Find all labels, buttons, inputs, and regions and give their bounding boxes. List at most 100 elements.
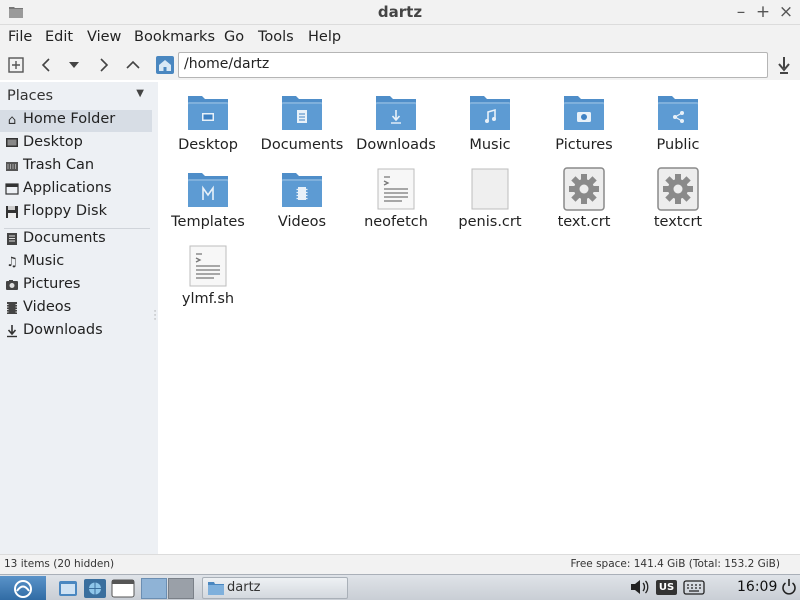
folder-item[interactable]: Templates bbox=[161, 159, 255, 233]
home-icon[interactable] bbox=[155, 55, 175, 75]
file-view[interactable]: Desktop Documents Downloads Music Pictures Pu… bbox=[158, 82, 796, 554]
clock: 16:09 bbox=[737, 579, 778, 595]
forward-icon[interactable] bbox=[92, 54, 114, 76]
file-manager-launcher-icon[interactable] bbox=[57, 578, 79, 599]
sidebar-item-trash-can[interactable]: Trash Can bbox=[0, 156, 152, 178]
history-dropdown-icon[interactable] bbox=[63, 54, 85, 76]
back-icon[interactable] bbox=[36, 54, 58, 76]
folder-item[interactable]: Desktop bbox=[161, 82, 255, 156]
volume-icon[interactable] bbox=[630, 579, 650, 599]
sidebar-item-label: Applications bbox=[23, 180, 112, 196]
pictures-icon bbox=[4, 278, 20, 294]
taskbar-window-button[interactable]: dartz bbox=[202, 577, 348, 599]
folder-icon bbox=[468, 90, 512, 134]
sidebar: Places ▼ ⌂ Home Folder Desktop Trash Can… bbox=[0, 82, 152, 554]
folder-icon bbox=[374, 90, 418, 134]
places-selector[interactable]: Places ▼ bbox=[0, 85, 152, 109]
sidebar-item-documents[interactable]: Documents bbox=[0, 229, 152, 251]
status-bar: 13 items (20 hidden) Free space: 141.4 G… bbox=[0, 554, 800, 574]
folder-item[interactable]: Public bbox=[631, 82, 725, 156]
file-item[interactable]: ylmf.sh bbox=[161, 236, 255, 310]
text-file-icon bbox=[374, 167, 418, 211]
file-item[interactable]: neofetch bbox=[349, 159, 443, 233]
location-input[interactable]: /home/dartz bbox=[178, 52, 768, 78]
folder-icon bbox=[562, 90, 606, 134]
keyboard-layout-indicator[interactable]: US bbox=[656, 580, 677, 595]
sidebar-item-label: Floppy Disk bbox=[23, 203, 107, 219]
task-label: dartz bbox=[227, 580, 261, 595]
file-name: Pictures bbox=[555, 137, 613, 153]
sidebar-item-label: Desktop bbox=[23, 134, 83, 150]
workspace-1[interactable] bbox=[141, 578, 167, 599]
sidebar-item-desktop[interactable]: Desktop bbox=[0, 133, 152, 155]
downloads-icon bbox=[4, 324, 20, 340]
close-button[interactable]: × bbox=[776, 1, 796, 23]
workspace-2[interactable] bbox=[168, 578, 194, 599]
folder-icon bbox=[656, 90, 700, 134]
file-name: Desktop bbox=[178, 137, 238, 153]
folder-item[interactable]: Documents bbox=[255, 82, 349, 156]
menu-bookmarks[interactable]: Bookmarks bbox=[134, 29, 215, 45]
folder-icon bbox=[186, 90, 230, 134]
home-icon: ⌂ bbox=[7, 113, 17, 128]
folder-icon bbox=[280, 167, 324, 211]
menu-edit[interactable]: Edit bbox=[45, 29, 73, 45]
file-name: Music bbox=[469, 137, 511, 153]
up-icon[interactable] bbox=[122, 54, 144, 76]
menu-go[interactable]: Go bbox=[224, 29, 244, 45]
folder-icon bbox=[186, 167, 230, 211]
folder-item[interactable]: Downloads bbox=[349, 82, 443, 156]
file-item[interactable]: textcrt bbox=[631, 159, 725, 233]
folder-icon bbox=[280, 90, 324, 134]
sidebar-item-downloads[interactable]: Downloads bbox=[0, 321, 152, 343]
videos-icon bbox=[4, 301, 20, 317]
toolbar: /home/dartz bbox=[0, 50, 800, 80]
menu-tools[interactable]: Tools bbox=[258, 29, 294, 45]
trash-icon bbox=[4, 159, 20, 175]
go-icon[interactable] bbox=[773, 54, 795, 76]
menu-bar: File Edit View Bookmarks Go Tools Help bbox=[0, 25, 800, 50]
file-name: Documents bbox=[260, 137, 344, 153]
documents-icon bbox=[4, 232, 20, 248]
browser-launcher-icon[interactable] bbox=[83, 578, 107, 599]
title-bar: dartz – + × bbox=[0, 0, 800, 25]
file-name: Templates bbox=[171, 214, 245, 230]
start-menu-button[interactable] bbox=[0, 576, 46, 600]
sidebar-item-pictures[interactable]: Pictures bbox=[0, 275, 152, 297]
folder-icon bbox=[208, 582, 224, 595]
minimize-button[interactable]: – bbox=[731, 1, 751, 23]
sidebar-item-home-folder[interactable]: ⌂ Home Folder bbox=[0, 110, 152, 132]
menu-view[interactable]: View bbox=[87, 29, 121, 45]
power-icon[interactable] bbox=[781, 578, 797, 600]
file-item[interactable]: penis.crt bbox=[443, 159, 537, 233]
menu-help[interactable]: Help bbox=[308, 29, 341, 45]
window-title: dartz bbox=[377, 3, 423, 21]
sidebar-item-applications[interactable]: Applications bbox=[0, 179, 152, 201]
file-item[interactable]: text.crt bbox=[537, 159, 631, 233]
file-name: neofetch bbox=[364, 214, 428, 230]
music-icon: ♫ bbox=[6, 255, 18, 270]
blank-file-icon bbox=[468, 167, 512, 211]
sidebar-item-videos[interactable]: Videos bbox=[0, 298, 152, 320]
sidebar-item-label: Pictures bbox=[23, 276, 81, 292]
folder-item[interactable]: Pictures bbox=[537, 82, 631, 156]
terminal-launcher-icon[interactable] bbox=[111, 578, 135, 599]
file-name: Public bbox=[656, 137, 700, 153]
folder-item[interactable]: Music bbox=[443, 82, 537, 156]
sidebar-item-label: Trash Can bbox=[23, 157, 95, 173]
gear-file-icon bbox=[562, 167, 606, 211]
chevron-down-icon: ▼ bbox=[136, 88, 144, 99]
folder-item[interactable]: Videos bbox=[255, 159, 349, 233]
sidebar-item-music[interactable]: ♫ Music bbox=[0, 252, 152, 274]
keyboard-icon[interactable] bbox=[683, 580, 705, 599]
new-tab-icon[interactable] bbox=[5, 54, 27, 76]
menu-file[interactable]: File bbox=[8, 29, 32, 45]
free-space: Free space: 141.4 GiB (Total: 153.2 GiB) bbox=[570, 558, 780, 570]
maximize-button[interactable]: + bbox=[753, 1, 773, 23]
taskbar: dartz US 16:09 bbox=[0, 574, 800, 600]
file-name: ylmf.sh bbox=[181, 291, 235, 307]
floppy-icon bbox=[4, 205, 20, 221]
file-name: Videos bbox=[277, 214, 327, 230]
sidebar-item-floppy-disk[interactable]: Floppy Disk bbox=[0, 202, 152, 224]
file-name: textcrt bbox=[653, 214, 703, 230]
